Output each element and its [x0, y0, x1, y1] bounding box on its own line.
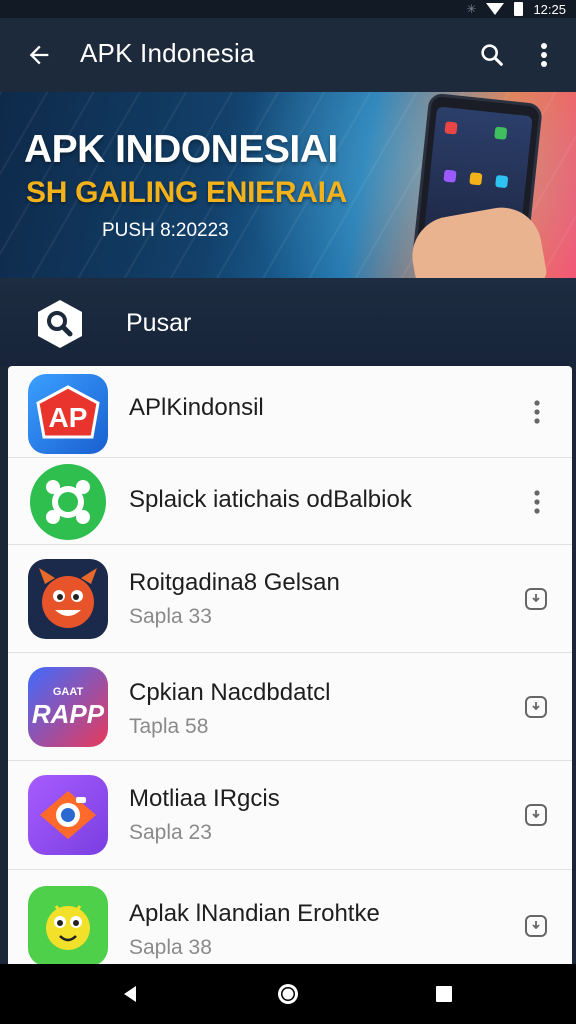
banner-subline: SH GAILING ENIERAIA [26, 176, 347, 209]
arrow-back-icon [29, 45, 49, 65]
search-icon [481, 44, 503, 66]
app-name: Splaick iatichais odBalbiok [129, 486, 412, 513]
app-subtitle: Tapla 58 [129, 715, 209, 738]
promo-banner[interactable]: APK INDONESIAI SH GAILING ENIERAIA PUSH … [0, 92, 576, 278]
app-name: Roitgadina8 Gelsan [129, 569, 340, 596]
app-subtitle: Sapla 33 [129, 605, 212, 628]
app-subtitle: Sapla 38 [129, 936, 212, 959]
search-label: Pusar [126, 309, 192, 337]
camera-app-icon [28, 775, 108, 855]
item-more-button[interactable] [522, 392, 552, 432]
list-item[interactable]: Splaick iatichais odBalbiok [8, 458, 572, 545]
app-name: Cpkian Nacdbdatcl [129, 679, 331, 706]
status-bar: ✳ 12:25 [0, 0, 576, 18]
download-icon [525, 804, 547, 826]
app-subtitle: Sapla 23 [129, 821, 212, 844]
item-more-button[interactable] [522, 482, 552, 522]
download-icon [525, 696, 547, 718]
devil-mascot-icon [28, 559, 108, 639]
list-item[interactable]: Aplak lNandian Erohtke Sapla 38 [8, 870, 572, 964]
app-list: AP APlKindonsil Splaick iatichais odBalb… [8, 366, 572, 964]
more-vert-icon [541, 43, 547, 67]
app-name: APlKindonsil [129, 394, 264, 421]
app-name: Aplak lNandian Erohtke [129, 900, 380, 927]
battery-icon [514, 2, 524, 16]
app-name: Motliaa IRgcis [129, 785, 280, 812]
list-item[interactable]: AP APlKindonsil [8, 366, 572, 458]
more-options-button[interactable] [522, 31, 566, 79]
banner-headline: APK INDONESIAI [24, 128, 338, 171]
ap-logo-icon: AP [28, 374, 108, 454]
system-nav-bar [0, 964, 576, 1024]
download-button[interactable] [522, 912, 550, 940]
svg-text:RAPP: RAPP [32, 699, 105, 729]
status-time: 12:25 [533, 1, 566, 17]
download-button[interactable] [522, 585, 550, 613]
signal-icon: ✳ [466, 2, 477, 16]
search-button[interactable] [468, 31, 516, 79]
home-circle-icon [278, 984, 298, 1004]
list-item[interactable]: Motliaa IRgcis Sapla 23 [8, 761, 572, 870]
download-button[interactable] [522, 693, 550, 721]
page-title: APK Indonesia [80, 38, 255, 68]
wifi-icon [486, 3, 505, 15]
download-button[interactable] [522, 801, 550, 829]
more-vert-icon [534, 400, 540, 424]
more-vert-icon [534, 490, 540, 514]
search-row[interactable]: Pusar [0, 278, 576, 366]
green-mascot-icon [28, 886, 108, 964]
recents-square-icon [436, 986, 452, 1002]
nav-back-button[interactable] [108, 974, 152, 1014]
svg-text:AP: AP [49, 402, 88, 433]
list-item[interactable]: GAAT RAPP Cpkian Nacdbdatcl Tapla 58 [8, 653, 572, 761]
back-button[interactable] [14, 31, 64, 79]
banner-push-text: PUSH 8:20223 [102, 220, 229, 241]
svg-text:GAAT: GAAT [53, 686, 84, 698]
nav-recents-button[interactable] [422, 974, 466, 1014]
download-icon [525, 588, 547, 610]
search-badge[interactable] [34, 298, 86, 350]
download-icon [525, 915, 547, 937]
green-ring-icon [28, 462, 108, 542]
search-icon [38, 300, 82, 348]
list-item[interactable]: Roitgadina8 Gelsan Sapla 33 [8, 545, 572, 653]
nav-home-button[interactable] [266, 974, 310, 1014]
app-bar: APK Indonesia [0, 18, 576, 92]
back-triangle-icon [124, 986, 136, 1002]
rapp-logo-icon: GAAT RAPP [28, 667, 108, 747]
status-icons: ✳ 12:25 [466, 0, 566, 18]
